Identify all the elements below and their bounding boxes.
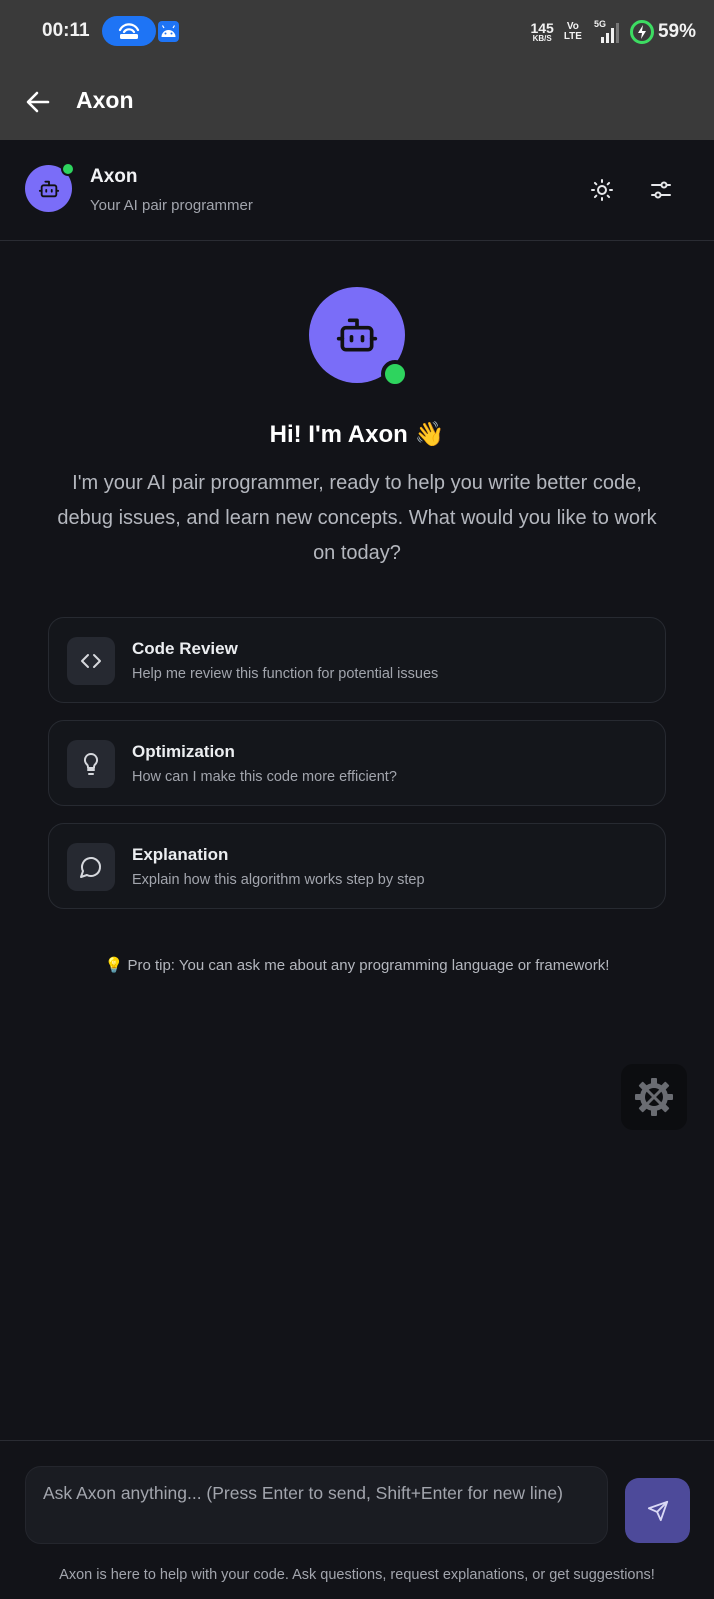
signal-icon: 5G bbox=[592, 19, 620, 45]
theme-toggle-button[interactable] bbox=[586, 174, 618, 206]
battery-indicator: 59% bbox=[629, 20, 696, 44]
code-icon bbox=[67, 637, 115, 685]
status-bar: 00:11 145 KB/S Vo LTE 5G 59% bbox=[0, 0, 714, 64]
footer-note: Axon is here to help with your code. Ask… bbox=[59, 1567, 655, 1583]
card-title: Code Review bbox=[132, 639, 238, 658]
chat-bubble-icon bbox=[67, 843, 115, 891]
bot-icon bbox=[38, 180, 59, 197]
sun-icon bbox=[591, 179, 613, 201]
app-bar-title: Axon bbox=[76, 87, 134, 113]
bot-icon bbox=[336, 318, 378, 352]
send-icon bbox=[647, 1500, 668, 1521]
android-notification-icon bbox=[158, 21, 179, 42]
card-title: Explanation bbox=[132, 845, 229, 864]
assistant-name: Axon bbox=[90, 166, 138, 187]
back-button[interactable] bbox=[22, 86, 54, 118]
composer-footer: Ask Axon anything... (Press Enter to sen… bbox=[0, 1440, 714, 1599]
online-status-dot bbox=[61, 162, 75, 176]
battery-charging-icon bbox=[629, 20, 654, 44]
tools-floating-button[interactable] bbox=[621, 1064, 687, 1130]
suggestion-card-explanation[interactable]: Explanation Explain how this algorithm w… bbox=[48, 823, 666, 909]
lightbulb-icon bbox=[67, 740, 115, 788]
volte-indicator: Vo LTE bbox=[563, 21, 582, 42]
card-subtitle: Help me review this function for potenti… bbox=[132, 666, 439, 682]
status-time: 00:11 bbox=[42, 20, 90, 41]
send-button[interactable] bbox=[625, 1478, 690, 1543]
pro-tip: 💡 Pro tip: You can ask me about any prog… bbox=[0, 956, 714, 974]
message-input[interactable]: Ask Axon anything... (Press Enter to sen… bbox=[25, 1466, 608, 1544]
online-status-dot bbox=[381, 360, 409, 388]
chat-header: Axon Your AI pair programmer bbox=[0, 140, 714, 241]
card-subtitle: How can I make this code more efficient? bbox=[132, 769, 397, 785]
card-subtitle: Explain how this algorithm works step by… bbox=[132, 872, 425, 888]
card-title: Optimization bbox=[132, 742, 235, 761]
sliders-icon bbox=[651, 181, 671, 199]
suggestion-card-code-review[interactable]: Code Review Help me review this function… bbox=[48, 617, 666, 703]
lightbulb-emoji-icon: 💡 bbox=[104, 957, 124, 974]
welcome-title: Hi! I'm Axon 👋 bbox=[269, 421, 445, 448]
welcome-text: I'm your AI pair programmer, ready to he… bbox=[57, 472, 657, 564]
app-bar: Axon bbox=[0, 64, 714, 140]
hotspot-icon bbox=[102, 16, 156, 46]
settings-button[interactable] bbox=[645, 174, 677, 206]
network-speed: 145 KB/S bbox=[530, 20, 554, 43]
gear-tools-icon bbox=[635, 1078, 673, 1116]
assistant-subtitle: Your AI pair programmer bbox=[90, 197, 253, 214]
pro-tip-text: Pro tip: You can ask me about any progra… bbox=[127, 957, 610, 974]
arrow-left-icon bbox=[26, 91, 50, 113]
suggestion-card-optimization[interactable]: Optimization How can I make this code mo… bbox=[48, 720, 666, 806]
